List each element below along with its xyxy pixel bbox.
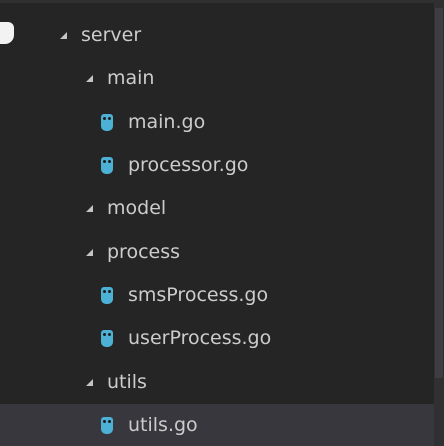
tree-folder-model[interactable]: model xyxy=(0,187,434,230)
expanded-arrow-icon[interactable] xyxy=(86,248,93,256)
tree-folder-utils[interactable]: utils xyxy=(0,360,434,403)
tree-item-label: smsProcess.go xyxy=(128,283,269,306)
panel-top-edge xyxy=(0,0,444,3)
vertical-scrollbar[interactable] xyxy=(434,0,444,446)
go-file-icon xyxy=(101,113,113,131)
tree-item-label: main.go xyxy=(128,110,206,133)
tree-item-label: process xyxy=(107,240,181,263)
expanded-arrow-icon[interactable] xyxy=(86,205,93,213)
file-explorer-tree: server main main.go processor.go model p… xyxy=(0,14,434,446)
expanded-arrow-icon[interactable] xyxy=(86,378,93,386)
expanded-arrow-icon[interactable] xyxy=(86,75,93,83)
go-file-icon xyxy=(101,286,113,304)
tree-file-processor-go[interactable]: processor.go xyxy=(0,144,434,187)
expanded-arrow-icon[interactable] xyxy=(60,32,67,40)
tree-file-utils-go[interactable]: utils.go xyxy=(0,403,434,446)
tree-item-label: main xyxy=(107,67,155,90)
tree-folder-process[interactable]: process xyxy=(0,230,434,273)
tree-item-label: utils xyxy=(107,370,147,393)
tree-item-label: processor.go xyxy=(128,154,249,177)
tree-item-label: model xyxy=(107,197,167,220)
tree-item-label: utils.go xyxy=(128,413,198,436)
tree-item-label: server xyxy=(81,24,142,47)
tree-file-main-go[interactable]: main.go xyxy=(0,101,434,144)
tree-folder-server[interactable]: server xyxy=(0,14,434,57)
tree-folder-main[interactable]: main xyxy=(0,57,434,100)
tree-file-smsprocess-go[interactable]: smsProcess.go xyxy=(0,274,434,317)
go-file-icon xyxy=(101,416,113,434)
go-file-icon xyxy=(101,330,113,348)
scrollbar-thumb[interactable] xyxy=(435,8,443,378)
tree-item-label: userProcess.go xyxy=(128,327,272,350)
go-file-icon xyxy=(101,157,113,175)
tree-file-userprocess-go[interactable]: userProcess.go xyxy=(0,317,434,360)
